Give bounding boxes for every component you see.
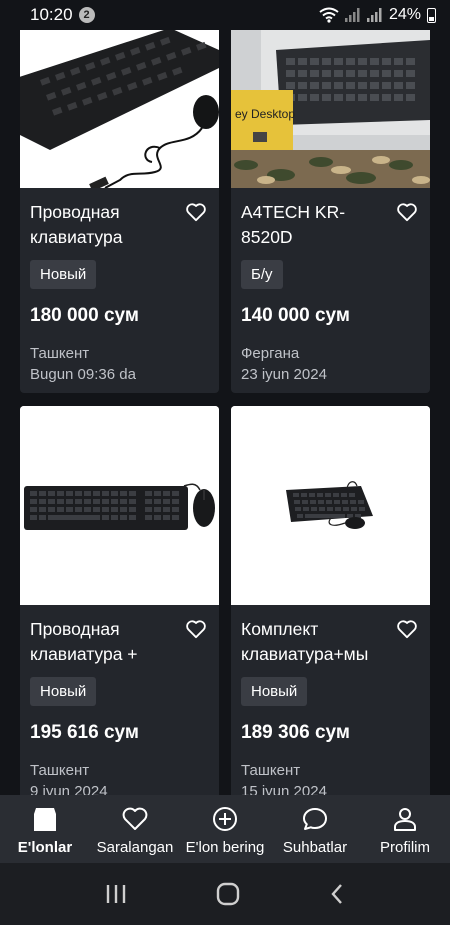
home-icon xyxy=(34,808,56,831)
favorite-heart-icon[interactable] xyxy=(396,619,418,639)
notification-count-badge: 2 xyxy=(78,7,95,23)
recents-icon[interactable] xyxy=(104,883,128,905)
battery-icon xyxy=(427,7,436,23)
nav-label: Suhbatlar xyxy=(282,839,348,856)
listing-city: Ташкент xyxy=(241,762,301,779)
favorite-heart-icon[interactable] xyxy=(185,202,207,222)
keyboard-with-cable-image xyxy=(20,30,219,188)
listing-card[interactable]: Проводная клавиатура + Новый 195 616 сум… xyxy=(20,406,219,795)
nav-label: E'lon bering xyxy=(185,839,265,856)
nav-item-favorites[interactable]: Saralangan xyxy=(90,795,180,863)
listing-title[interactable]: A4TECH KR-8520D xyxy=(241,200,391,250)
bottom-navigation: E'lonlar Saralangan E'lon bering Suhbatl… xyxy=(0,795,450,863)
listing-card[interactable]: Комплект клавиатура+мы Новый 189 306 сум… xyxy=(231,406,430,795)
wifi-icon xyxy=(319,7,339,23)
listing-image[interactable] xyxy=(20,30,219,188)
plus-circle-icon xyxy=(213,807,237,831)
listing-image[interactable]: ey Desktop xyxy=(231,30,430,188)
listing-city: Ташкент xyxy=(30,345,90,362)
signal-icon xyxy=(344,8,360,22)
favorite-heart-icon[interactable] xyxy=(185,619,207,639)
listing-info: Проводная клавиатура Новый 180 000 сум Т… xyxy=(20,188,219,383)
listing-card[interactable]: ey Desktop A4TECH KR-8520D Б/у 140 000 с… xyxy=(231,30,430,393)
listing-price: 180 000 сум xyxy=(30,305,139,326)
listing-price: 140 000 сум xyxy=(241,305,350,326)
listing-price: 195 616 сум xyxy=(30,722,139,743)
listing-info: Проводная клавиатура + Новый 195 616 сум… xyxy=(20,605,219,795)
keyboard-box-image: ey Desktop xyxy=(231,30,430,188)
listing-info: A4TECH KR-8520D Б/у 140 000 сум Фергана … xyxy=(231,188,430,383)
listing-city: Ташкент xyxy=(30,762,90,779)
listing-date: 9 iyun 2024 xyxy=(30,783,108,795)
listing-title[interactable]: Проводная клавиатура + xyxy=(30,617,180,667)
box-label-text: ey Desktop xyxy=(235,107,295,121)
condition-badge: Б/у xyxy=(241,260,283,289)
listing-price: 189 306 сум xyxy=(241,722,350,743)
system-navigation-bar xyxy=(0,863,450,925)
condition-badge: Новый xyxy=(241,677,308,706)
nav-label: E'lonlar xyxy=(17,839,73,856)
listing-date: Bugun 09:36 da xyxy=(30,366,136,383)
battery-percent: 24% xyxy=(388,6,421,23)
listing-card[interactable]: Проводная клавиатура Новый 180 000 сум Т… xyxy=(20,30,219,393)
nav-label: Profilim xyxy=(379,839,430,856)
heart-icon xyxy=(122,807,148,830)
nav-label: Saralangan xyxy=(96,839,174,856)
listing-image[interactable] xyxy=(231,406,430,605)
listing-title[interactable]: Комплект клавиатура+мы xyxy=(241,617,391,667)
home-button-icon[interactable] xyxy=(215,881,241,907)
condition-badge: Новый xyxy=(30,677,97,706)
nav-item-profile[interactable]: Profilim xyxy=(360,795,450,863)
status-indicators: 24% xyxy=(319,6,436,24)
signal-icon-2 xyxy=(366,8,382,22)
chat-icon xyxy=(303,808,327,830)
status-time: 10:20 xyxy=(30,5,73,24)
listing-date: 23 iyun 2024 xyxy=(241,366,327,383)
condition-badge: Новый xyxy=(30,260,97,289)
listing-image[interactable] xyxy=(20,406,219,605)
user-icon xyxy=(394,808,416,831)
listing-city: Фергана xyxy=(241,345,300,362)
nav-item-listings[interactable]: E'lonlar xyxy=(0,795,90,863)
back-icon[interactable] xyxy=(328,882,346,906)
favorite-heart-icon[interactable] xyxy=(396,202,418,222)
keyboard-mouse-image xyxy=(20,406,219,605)
listing-date: 15 iyun 2024 xyxy=(241,783,327,795)
listing-title[interactable]: Проводная клавиатура xyxy=(30,200,180,250)
listing-info: Комплект клавиатура+мы Новый 189 306 сум… xyxy=(231,605,430,795)
keyboard-mouse-set-image xyxy=(231,406,430,605)
listings-feed[interactable]: Проводная клавиатура Новый 180 000 сум Т… xyxy=(0,30,450,795)
nav-item-chats[interactable]: Suhbatlar xyxy=(270,795,360,863)
nav-item-post-ad[interactable]: E'lon bering xyxy=(180,795,270,863)
status-bar: 10:20 2 24% xyxy=(0,0,450,30)
